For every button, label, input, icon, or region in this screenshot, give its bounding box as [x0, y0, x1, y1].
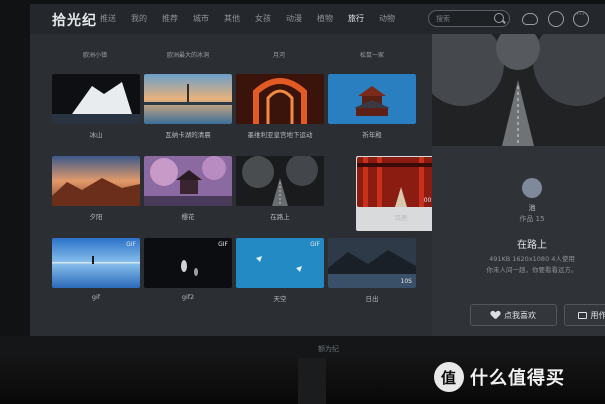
category-nav: 推送 我的 推荐 城市 其他 女孩 动漫 植物 旅行 动物 [100, 13, 410, 24]
top-row-label: 欧洲最大的冰洞 [166, 52, 209, 59]
wallpaper-tile[interactable] [52, 156, 140, 206]
gif-badge: GIF [310, 241, 320, 248]
wallpaper-tile[interactable]: GIF [144, 238, 232, 288]
tile-label: 祈年殿 [362, 131, 382, 139]
wallpaper-tile[interactable] [144, 156, 232, 206]
nav-item[interactable]: 动物 [379, 13, 410, 24]
wallpaper-grid: 欧洲小镇 欧洲最大的冰洞 月河 松鼠一家 冰山 瓦纳卡湖的清晨 墨维利亚皇宫地下… [30, 34, 446, 336]
app-window: 拾光纪 推送 我的 推荐 城市 其他 女孩 动漫 植物 旅行 动物 搜索 欧洲小… [30, 4, 605, 336]
set-wallpaper-label: 用作壁纸 [590, 310, 605, 320]
watermark: 什么值得买 [434, 362, 565, 392]
like-button-label: 点我喜欢 [504, 310, 536, 320]
tile-label: 在路上 [270, 213, 290, 221]
monitor-icon [577, 311, 587, 319]
tile-label: 樱花 [181, 213, 195, 221]
gif-badge: GIF [218, 241, 228, 248]
detail-panel: 池 作品 15 在路上 491KB 1620x1080 4人使用 你未人间一趟，… [432, 34, 605, 336]
nav-item[interactable]: 女孩 [255, 13, 286, 24]
tile-label: 天空 [273, 295, 287, 303]
wallpaper-meta: 491KB 1620x1080 4人使用 [489, 255, 575, 263]
tile-label: 墨维利亚皇宫地下运动 [247, 131, 313, 139]
watermark-logo [434, 362, 464, 392]
tile-label: gif2 [181, 293, 195, 301]
search-icon[interactable] [494, 13, 504, 23]
watermark-text: 什么值得买 [470, 368, 565, 389]
monitor-brand: 额为纪 [318, 345, 339, 353]
wallpaper-tile[interactable] [52, 74, 140, 124]
gif-badge: GIF [126, 241, 136, 248]
wallpaper-description: 你未人间一趟，你要看看远方。 [486, 266, 578, 274]
top-row-label: 欧洲小镇 [82, 52, 107, 59]
tile-label: 夕阳 [89, 213, 103, 221]
wallpaper-tile[interactable] [236, 74, 324, 124]
like-button[interactable]: 点我喜欢 [470, 304, 557, 326]
search-placeholder: 搜索 [436, 15, 450, 23]
nav-item[interactable]: 推送 [100, 13, 131, 24]
tile-label: 冰山 [89, 131, 103, 139]
nav-item[interactable]: 推荐 [162, 13, 193, 24]
author-avatar[interactable] [522, 178, 542, 198]
monitor-stand [298, 358, 326, 404]
set-wallpaper-button[interactable]: 用作壁纸 [564, 304, 605, 326]
tile-label: 日出 [365, 295, 379, 303]
heart-icon [491, 311, 500, 319]
wallpaper-tile[interactable] [328, 74, 416, 124]
more-icon[interactable] [573, 10, 589, 27]
monitor-chin [0, 336, 605, 358]
wallpaper-title: 在路上 [517, 240, 547, 251]
search-input[interactable]: 搜索 [428, 10, 510, 27]
author-name[interactable]: 池 [492, 203, 572, 213]
nav-item[interactable]: 我的 [131, 13, 162, 24]
author-works-count: 作品 15 [519, 215, 545, 223]
nav-item-active[interactable]: 旅行 [348, 13, 379, 24]
video-duration: 10S [400, 278, 412, 285]
wallpaper-tile[interactable] [236, 156, 324, 206]
tile-label: 瓦纳卡湖的清晨 [165, 131, 211, 139]
nav-item[interactable]: 其他 [224, 13, 255, 24]
wallpaper-tile[interactable] [144, 74, 232, 124]
nav-item[interactable]: 植物 [317, 13, 348, 24]
nav-item[interactable]: 城市 [193, 13, 224, 24]
top-bar: 拾光纪 推送 我的 推荐 城市 其他 女孩 动漫 植物 旅行 动物 搜索 [30, 4, 605, 34]
wallpaper-tile[interactable]: GIF [52, 238, 140, 288]
tile-label: gif [91, 293, 101, 301]
gear-icon[interactable] [548, 11, 564, 27]
top-row-label: 月河 [272, 52, 285, 59]
wallpaper-preview [432, 34, 605, 146]
nav-item[interactable]: 动漫 [286, 13, 317, 24]
wallpaper-tile[interactable]: GIF [236, 238, 324, 288]
cloud-icon[interactable] [522, 13, 538, 25]
wallpaper-tile[interactable]: 10S [328, 238, 416, 288]
app-logo: 拾光纪 [52, 13, 97, 29]
top-row-label: 松鼠一家 [359, 52, 384, 59]
